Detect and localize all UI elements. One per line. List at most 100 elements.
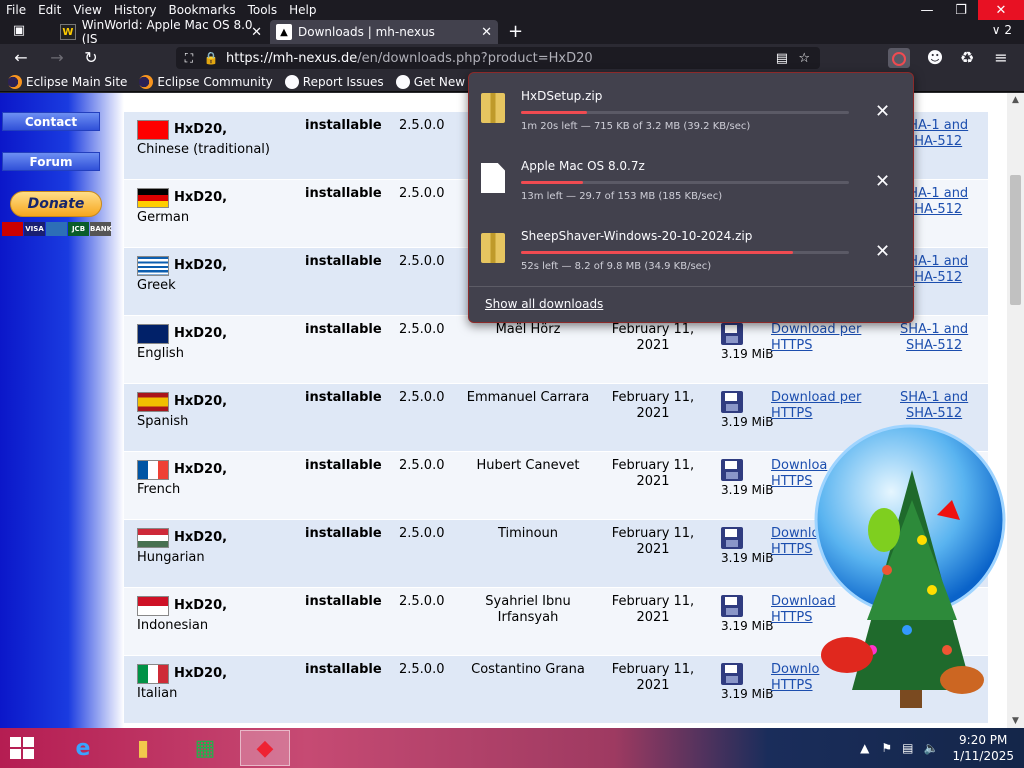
language: Italian: [137, 686, 178, 701]
bookmark-eclipse-community[interactable]: Eclipse Community: [139, 74, 273, 89]
download-name: SheepShaver-Windows-20-10-2024.zip: [521, 229, 753, 243]
bookmark-label: Eclipse Community: [157, 74, 273, 89]
donate-button[interactable]: Donate: [10, 191, 102, 217]
account-icon[interactable]: ☻: [924, 48, 946, 68]
product-name: HxD20,: [174, 394, 228, 409]
system-tray: ▲ ⚑ ▤ 🔈 9:20 PM 1/11/2025: [860, 732, 1014, 764]
flag-icon[interactable]: ⚑: [881, 741, 892, 755]
tab-count[interactable]: ∨ 2: [992, 23, 1012, 37]
download-link-line2: HTTPS: [771, 610, 813, 625]
bookmark-eclipse-main[interactable]: Eclipse Main Site: [8, 74, 127, 89]
tab-close-icon[interactable]: ✕: [481, 25, 492, 40]
release-date: February 11, 2021: [611, 390, 695, 421]
tab-list-icon[interactable]: ▣: [8, 23, 30, 41]
download-link-line2: HTTPS: [771, 406, 813, 421]
download-link-line1: Download per: [771, 322, 862, 337]
url-bar[interactable]: ⛶ 🔒 https://mh-nexus.de/en/downloads.php…: [176, 47, 820, 69]
eclipse-icon: [139, 74, 154, 89]
download-link-line2: HTTPS: [771, 678, 813, 693]
restore-icon[interactable]: ❐: [944, 0, 978, 20]
version: 2.5.0.0: [399, 662, 445, 677]
windows-start-icon[interactable]: [10, 737, 36, 759]
cancel-download-icon[interactable]: ✕: [875, 101, 890, 122]
bookmark-report-issues[interactable]: Report Issues: [284, 74, 384, 89]
file-explorer-icon[interactable]: ▮: [118, 730, 168, 766]
menu-help[interactable]: Help: [283, 3, 322, 17]
sha-link[interactable]: SHA-1 and SHA-512: [900, 322, 968, 354]
shield-icon[interactable]: ⛶: [180, 51, 198, 66]
greece-flag-icon: [137, 256, 169, 276]
sha-link-line1: SHA-1 and: [900, 322, 969, 337]
chevron-up-icon[interactable]: ▲: [860, 741, 869, 755]
internet-explorer-icon[interactable]: e: [58, 730, 108, 766]
download-item[interactable]: Apple Mac OS 8.0.7z 13m left — 29.7 of 1…: [469, 149, 915, 215]
product-name: HxD20,: [174, 122, 228, 137]
version: 2.5.0.0: [399, 390, 445, 405]
star-icon[interactable]: ☆: [798, 51, 810, 66]
menu-tools[interactable]: Tools: [242, 3, 284, 17]
sha-link[interactable]: SHA-1 and SHA-512: [900, 390, 968, 422]
author: Syahriel Ibnu Irfansyah: [485, 594, 571, 625]
download-item[interactable]: HxDSetup.zip 1m 20s left — 715 KB of 3.2…: [469, 79, 915, 145]
scroll-thumb[interactable]: [1010, 175, 1021, 305]
menu-view[interactable]: View: [67, 3, 107, 17]
download-link[interactable]: Download per HTTPS: [771, 390, 861, 422]
forward-button[interactable]: →: [46, 48, 68, 68]
cancel-download-icon[interactable]: ✕: [875, 171, 890, 192]
tab-mh-nexus[interactable]: ▲ Downloads | mh-nexus ✕: [270, 20, 498, 44]
new-tab-button[interactable]: +: [508, 21, 523, 42]
product-name: HxD20,: [174, 598, 228, 613]
menu-icon[interactable]: ≡: [990, 48, 1012, 68]
minimize-icon[interactable]: —: [910, 0, 944, 20]
page-scrollbar[interactable]: ▲ ▼: [1007, 93, 1024, 728]
release-date: February 11, 2021: [611, 662, 695, 693]
install-type: installable: [305, 322, 382, 337]
forum-button[interactable]: Forum: [2, 152, 100, 171]
floppy-disk-icon: [721, 323, 743, 345]
mastercard-icon: [2, 222, 23, 236]
version: 2.5.0.0: [399, 186, 445, 201]
extensions-icon[interactable]: ♻: [956, 48, 978, 68]
cancel-download-icon[interactable]: ✕: [875, 241, 890, 262]
scroll-down-icon[interactable]: ▼: [1007, 716, 1024, 726]
eclipse-icon: [8, 74, 22, 89]
downloads-panel: HxDSetup.zip 1m 20s left — 715 KB of 3.2…: [468, 72, 915, 323]
reader-icon[interactable]: ▤: [776, 51, 788, 66]
show-all-downloads-link[interactable]: Show all downloads: [485, 297, 603, 311]
download-progress: [521, 251, 849, 254]
downloads-icon[interactable]: [888, 48, 910, 68]
menu-file[interactable]: File: [0, 3, 32, 17]
payment-cards: VISA JCB BANK: [2, 222, 112, 236]
floppy-disk-icon: [721, 527, 743, 549]
lock-icon[interactable]: 🔒: [202, 51, 220, 65]
scroll-up-icon[interactable]: ▲: [1007, 95, 1024, 105]
clock[interactable]: 9:20 PM 1/11/2025: [952, 732, 1014, 764]
download-link[interactable]: Download per HTTPS: [771, 322, 861, 354]
network-icon[interactable]: ▤: [902, 741, 913, 755]
tab-close-icon[interactable]: ✕: [251, 25, 262, 40]
download-name: HxDSetup.zip: [521, 89, 603, 103]
menu-edit[interactable]: Edit: [32, 3, 67, 17]
uk-flag-icon: [137, 324, 169, 344]
floppy-disk-icon: [721, 391, 743, 413]
app-icon[interactable]: ◆: [240, 730, 290, 766]
clock-date: 1/11/2025: [952, 749, 1014, 763]
menu-bookmarks[interactable]: Bookmarks: [163, 3, 242, 17]
contact-button[interactable]: Contact: [2, 112, 100, 131]
author: Emmanuel Carrara: [466, 390, 590, 405]
menu-history[interactable]: History: [108, 3, 163, 17]
back-button[interactable]: ←: [10, 48, 32, 68]
github-icon: [395, 74, 410, 89]
tab-winworld[interactable]: W WinWorld: Apple Mac OS 8.0 (IS ✕: [54, 18, 268, 46]
url-domain: https://mh-nexus.de: [226, 50, 358, 66]
product-name: HxD20,: [174, 530, 228, 545]
table-row: HxD20, English installable 2.5.0.0 Maël Hörz…: [124, 316, 988, 384]
download-item[interactable]: SheepShaver-Windows-20-10-2024.zip 52s l…: [469, 219, 915, 285]
reload-button[interactable]: ↻: [80, 48, 102, 68]
close-icon[interactable]: ✕: [978, 0, 1024, 20]
product-name: HxD20,: [174, 190, 228, 205]
snow-globe-decoration: [814, 424, 1006, 708]
store-icon[interactable]: ▦: [180, 730, 230, 766]
speaker-icon[interactable]: 🔈: [924, 741, 939, 755]
clock-time: 9:20 PM: [959, 733, 1008, 747]
